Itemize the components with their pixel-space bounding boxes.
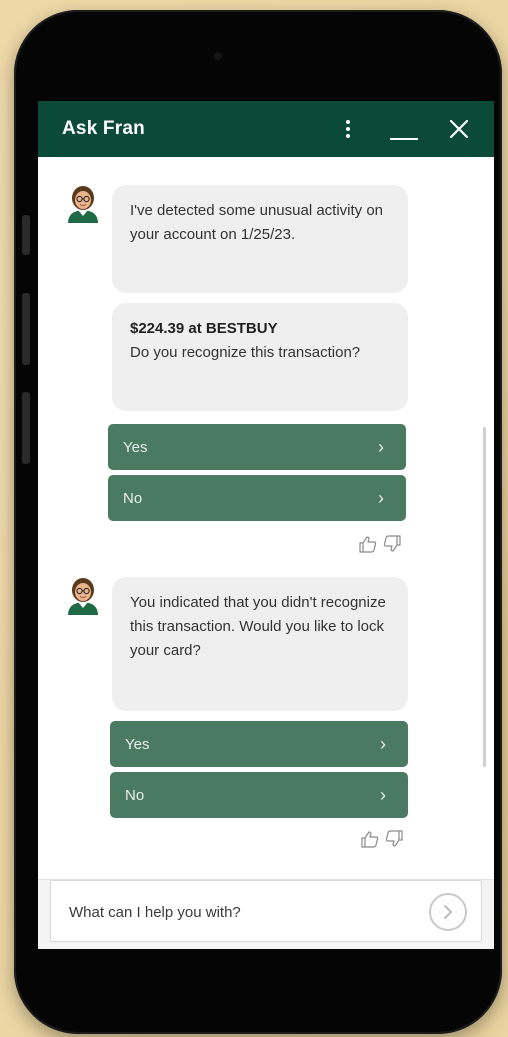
chevron-right-icon: › — [378, 436, 384, 457]
more-options-button[interactable] — [336, 101, 360, 157]
bot-message-bubble: $224.39 at BESTBUY Do you recognize this… — [112, 303, 408, 411]
bot-message-bubble: I've detected some unusual activity on y… — [112, 185, 408, 293]
avatar-icon — [68, 578, 98, 615]
message-feedback — [360, 830, 404, 848]
phone-side-button — [22, 215, 30, 255]
option-no-button[interactable]: No › — [108, 475, 406, 521]
message-text: Do you recognize this transaction? — [130, 344, 361, 361]
close-icon — [449, 119, 469, 139]
message-text: You indicated that you didn't recognize … — [130, 594, 386, 659]
send-icon — [444, 905, 452, 919]
avatar-icon — [68, 186, 98, 223]
phone-volume-down-button — [22, 392, 30, 464]
composer-box — [50, 880, 482, 942]
bot-message-bubble: You indicated that you didn't recognize … — [112, 577, 408, 711]
option-label: Yes — [123, 438, 148, 456]
option-label: No — [125, 786, 145, 804]
option-yes-button[interactable]: Yes › — [110, 721, 408, 767]
message-list[interactable]: I've detected some unusual activity on y… — [38, 157, 494, 879]
option-label: No — [123, 489, 143, 507]
option-label: Yes — [125, 735, 150, 753]
thumbs-up-icon[interactable] — [360, 830, 380, 848]
chevron-right-icon: › — [380, 733, 386, 754]
chat-window: Ask Fran I've detected some unusual acti… — [38, 101, 494, 949]
option-yes-button[interactable]: Yes › — [108, 424, 406, 470]
minimize-icon — [390, 138, 418, 140]
composer — [38, 879, 494, 949]
chevron-right-icon: › — [380, 784, 386, 805]
option-no-button[interactable]: No › — [110, 772, 408, 818]
chat-header: Ask Fran — [38, 101, 494, 157]
transaction-amount: $224.39 at BESTBUY — [130, 320, 278, 337]
thumbs-down-icon[interactable] — [384, 830, 404, 848]
message-text: I've detected some unusual activity on y… — [130, 202, 384, 243]
scrollbar[interactable] — [483, 427, 486, 767]
close-button[interactable] — [442, 101, 476, 157]
kebab-menu-icon — [346, 120, 350, 138]
message-input[interactable] — [67, 897, 431, 927]
phone-volume-up-button — [22, 293, 30, 365]
minimize-button[interactable] — [386, 101, 422, 157]
phone-camera — [214, 52, 222, 60]
message-feedback — [358, 535, 402, 553]
send-button[interactable] — [429, 893, 467, 931]
chevron-right-icon: › — [378, 487, 384, 508]
chat-title: Ask Fran — [62, 118, 145, 139]
thumbs-up-icon[interactable] — [358, 535, 378, 553]
thumbs-down-icon[interactable] — [382, 535, 402, 553]
